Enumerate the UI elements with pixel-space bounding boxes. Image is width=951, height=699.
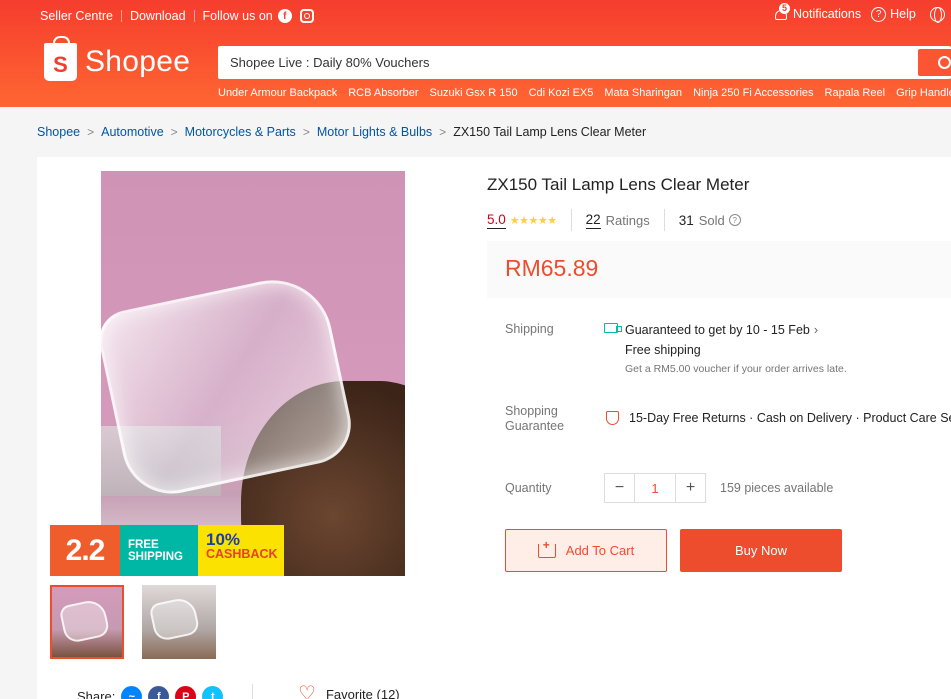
product-thumbnail-2[interactable] <box>142 585 216 659</box>
late-voucher-text: Get a RM5.00 voucher if your order arriv… <box>625 363 847 375</box>
breadcrumb-automotive[interactable]: Automotive <box>101 125 164 139</box>
divider <box>570 209 572 231</box>
divider <box>663 209 665 231</box>
promo-free-line1: FREE <box>128 539 159 551</box>
globe-icon[interactable] <box>929 6 945 23</box>
guarantee-label-line1: Shopping <box>505 404 558 418</box>
promo-banner: 2.2 FREE SHIPPING 10% CASHBACK <box>50 525 284 576</box>
suggestion-link[interactable]: Grip Handle <box>896 87 951 99</box>
product-main-image[interactable] <box>101 171 405 576</box>
breadcrumb-current: ZX150 Tail Lamp Lens Clear Meter <box>453 125 647 139</box>
suggestion-link[interactable]: Under Armour Backpack <box>218 87 337 99</box>
rating-value[interactable]: 5.0 <box>487 212 506 229</box>
add-to-cart-button[interactable]: Add To Cart <box>505 529 667 572</box>
shopping-bag-icon: S <box>44 36 77 81</box>
sold-count: 31 <box>678 212 694 228</box>
product-thumbnail-1[interactable] <box>50 585 124 659</box>
search-suggestions: Under Armour Backpack RCB Absorber Suzuk… <box>218 87 951 99</box>
logo-wordmark: Shopee <box>85 45 191 78</box>
favorite-button[interactable]: ♡ Favorite (12) <box>298 683 400 699</box>
download-link[interactable]: Download <box>130 9 186 23</box>
question-icon[interactable]: ? <box>728 214 741 226</box>
share-section: Share: ~ f P t <box>77 686 224 699</box>
ratings-count[interactable]: 22 <box>585 212 601 229</box>
seller-centre-link[interactable]: Seller Centre <box>40 9 113 23</box>
search-button[interactable] <box>918 49 951 76</box>
bell-icon[interactable]: 5 <box>773 3 791 22</box>
cart-icon <box>537 538 556 558</box>
shield-icon <box>606 411 619 425</box>
pinterest-icon[interactable]: P <box>175 686 197 699</box>
promo-cashback-percent: 10% <box>206 530 241 549</box>
free-shipping-text: Free shipping <box>625 343 701 357</box>
promo-cashback: 10% CASHBACK <box>198 525 284 576</box>
decrease-button[interactable]: − <box>605 474 634 502</box>
add-to-cart-label: Add To Cart <box>565 543 635 558</box>
notifications-link[interactable]: Notifications <box>793 7 861 21</box>
truck-icon <box>604 323 622 333</box>
search-input[interactable]: Shopee Live : Daily 80% Vouchers <box>230 55 429 70</box>
chevron-right-icon: › <box>813 323 819 337</box>
star-rating-icon: ★★★★★ <box>509 214 557 227</box>
chevron-right-icon: > <box>170 125 178 139</box>
follow-us-label: Follow us on <box>202 9 273 23</box>
promo-free-shipping: FREE SHIPPING <box>120 525 198 576</box>
divider <box>120 10 122 22</box>
price-box: RM65.89 <box>487 241 951 298</box>
product-stats: 5.0 ★★★★★ 22 Ratings 31 Sold ? <box>487 209 741 231</box>
divider <box>193 10 195 22</box>
product-price: RM65.89 <box>505 255 599 281</box>
guarantee-text[interactable]: 15-Day Free Returns · Cash on Delivery ·… <box>629 411 951 425</box>
buy-now-button[interactable]: Buy Now <box>680 529 842 572</box>
guarantee-label-line2: Guarantee <box>505 419 565 433</box>
suggestion-link[interactable]: Rapala Reel <box>825 87 886 99</box>
divider <box>252 684 253 699</box>
notifications-badge: 5 <box>779 3 791 14</box>
quantity-input[interactable]: 1 <box>634 474 676 502</box>
favorite-label: Favorite (12) <box>325 686 400 699</box>
quantity-label: Quantity <box>505 481 552 495</box>
suggestion-link[interactable]: RCB Absorber <box>348 87 418 99</box>
help-icon[interactable]: ? <box>871 6 887 22</box>
suggestion-link[interactable]: Suzuki Gsx R 150 <box>430 87 518 99</box>
promo-free-line2: SHIPPING <box>128 551 183 563</box>
heart-icon: ♡ <box>298 683 316 699</box>
breadcrumb-motorcycles-parts[interactable]: Motorcycles & Parts <box>185 125 296 139</box>
suggestion-link[interactable]: Cdi Kozi EX5 <box>529 87 594 99</box>
suggestion-link[interactable]: Mata Sharingan <box>604 87 682 99</box>
shipping-guarantee[interactable]: Guaranteed to get by 10 - 15 Feb › <box>625 323 818 337</box>
chevron-right-icon: > <box>439 125 447 139</box>
help-link[interactable]: Help <box>890 7 916 21</box>
search-bar[interactable]: Shopee Live : Daily 80% Vouchers <box>218 46 951 79</box>
quantity-stepper: − 1 + <box>604 473 706 503</box>
instagram-icon[interactable] <box>299 9 314 23</box>
shipping-guarantee-text: Guaranteed to get by 10 - 15 Feb <box>625 323 810 337</box>
suggestion-link[interactable]: Ninja 250 Fi Accessories <box>693 87 813 99</box>
ratings-label: Ratings <box>605 212 650 228</box>
shopee-logo[interactable]: S Shopee <box>44 36 191 81</box>
promo-cashback-label: CASHBACK <box>206 547 278 561</box>
shipping-label: Shipping <box>505 322 554 336</box>
breadcrumb-motor-lights[interactable]: Motor Lights & Bulbs <box>317 125 432 139</box>
messenger-icon[interactable]: ~ <box>121 686 143 699</box>
chevron-right-icon: > <box>87 125 95 139</box>
facebook-icon[interactable]: f <box>277 9 292 23</box>
shopping-guarantee-label: Shopping Guarantee <box>505 404 564 434</box>
breadcrumb: Shopee > Automotive > Motorcycles & Part… <box>37 125 646 139</box>
buy-now-label: Buy Now <box>734 543 788 558</box>
promo-22: 2.2 <box>50 525 120 576</box>
breadcrumb-shopee[interactable]: Shopee <box>37 125 80 139</box>
sold-label: Sold <box>698 212 725 228</box>
share-label: Share: <box>77 689 116 699</box>
product-title: ZX150 Tail Lamp Lens Clear Meter <box>487 175 750 194</box>
chevron-right-icon: > <box>302 125 310 139</box>
stock-available: 159 pieces available <box>720 481 834 495</box>
top-right-nav: 5 Notifications ? Help <box>773 3 945 23</box>
header: Seller Centre Download Follow us on f 5 … <box>0 0 951 107</box>
facebook-share-icon[interactable]: f <box>148 686 170 699</box>
twitter-icon[interactable]: t <box>202 686 224 699</box>
increase-button[interactable]: + <box>676 474 705 502</box>
